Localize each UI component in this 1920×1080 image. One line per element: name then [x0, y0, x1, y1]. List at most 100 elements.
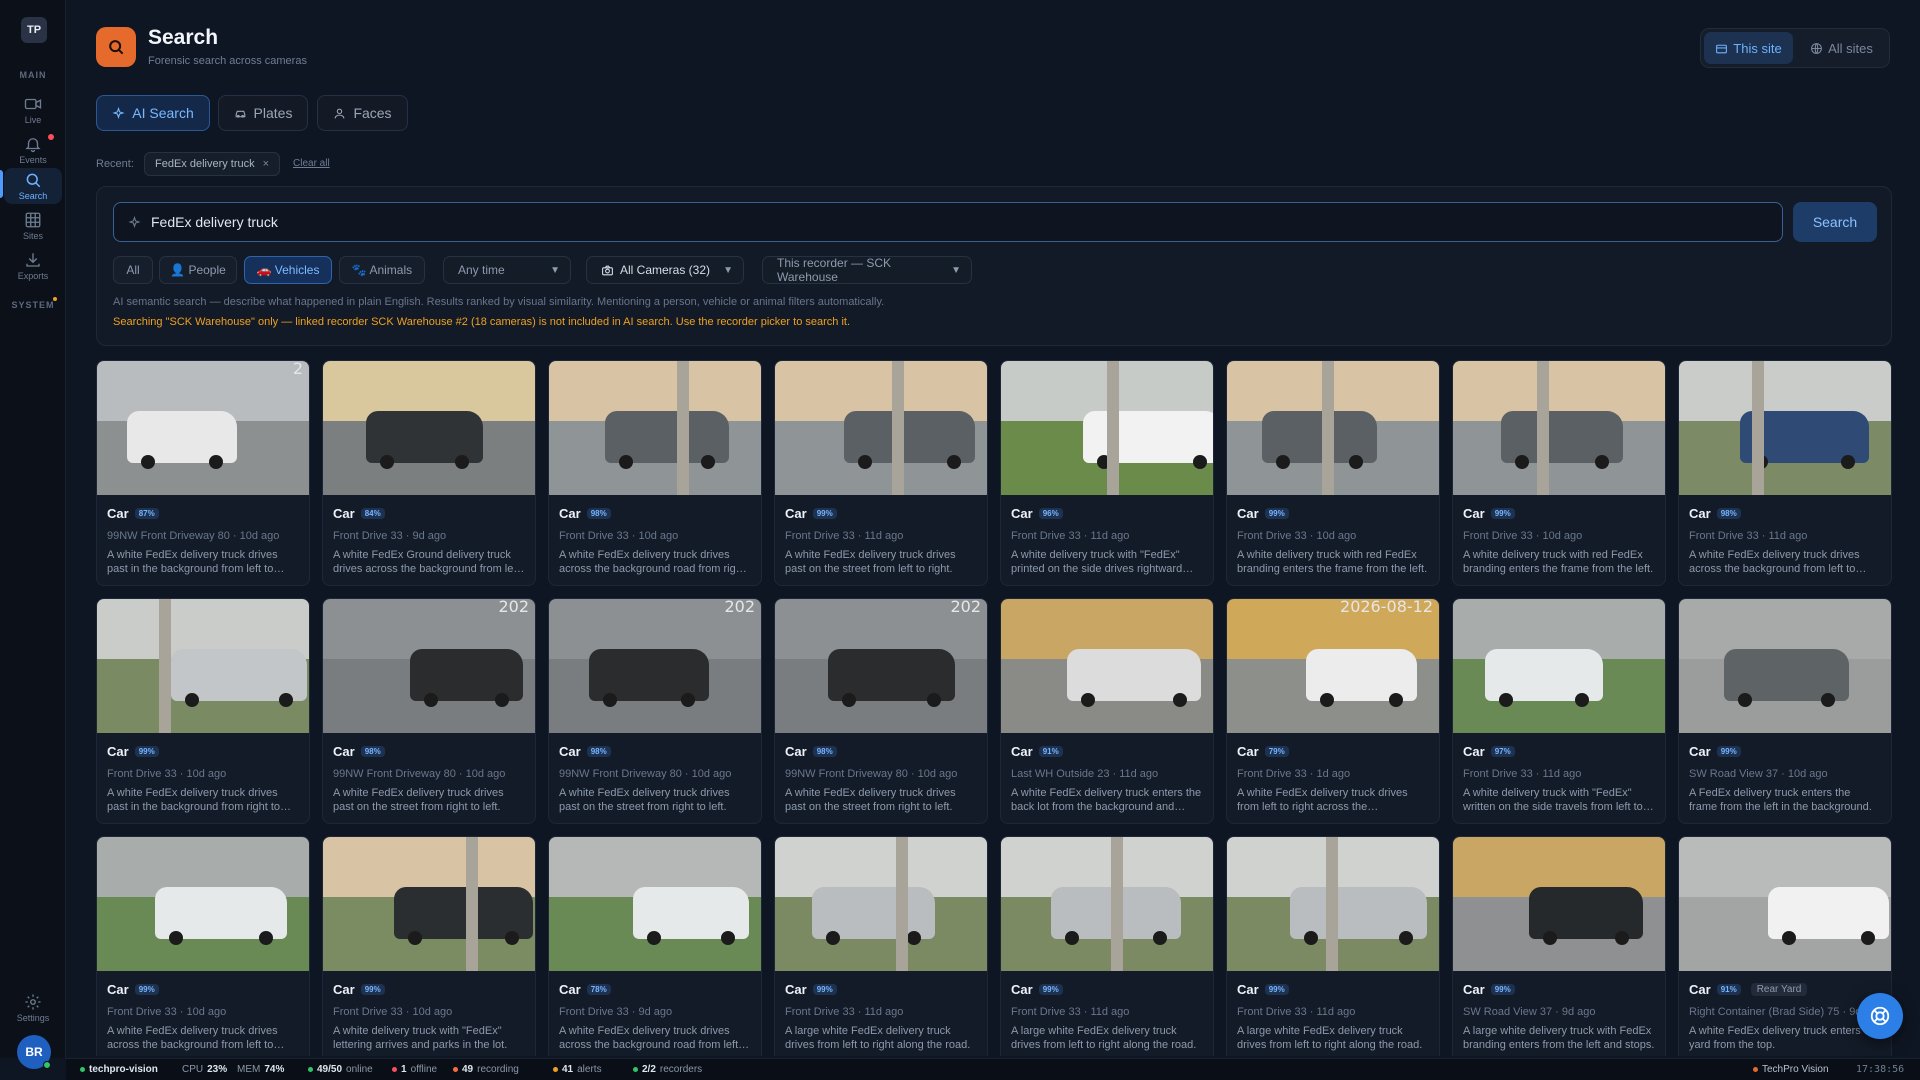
result-thumbnail[interactable]	[1679, 837, 1891, 971]
result-card[interactable]: Car 99% Front Drive 33 · 11d ago A large…	[1226, 836, 1440, 1056]
car-icon	[235, 110, 245, 118]
close-icon[interactable]: ×	[263, 158, 269, 170]
result-card[interactable]: Car 99% Front Drive 33 · 10d ago A white…	[96, 598, 310, 824]
result-thumbnail[interactable]: 202	[549, 599, 761, 733]
confidence-badge: 99%	[1490, 508, 1515, 519]
result-thumbnail[interactable]	[1001, 837, 1213, 971]
result-thumbnail[interactable]	[1679, 361, 1891, 495]
result-thumbnail[interactable]	[775, 837, 987, 971]
sidebar-item-exports[interactable]: Exports	[4, 248, 62, 284]
result-card[interactable]: 202 Car 98% 99NW Front Driveway 80 · 10d…	[774, 598, 988, 824]
result-card[interactable]: Car 99% Front Drive 33 · 11d ago A large…	[774, 836, 988, 1056]
result-thumbnail[interactable]	[1001, 599, 1213, 733]
result-card[interactable]: Car 99% Front Drive 33 · 10d ago A white…	[1226, 360, 1440, 586]
app-logo[interactable]: TP	[21, 17, 47, 43]
result-thumbnail[interactable]	[1453, 361, 1665, 495]
result-card-body: Car 99% Front Drive 33 · 10d ago A white…	[97, 733, 309, 814]
result-card[interactable]: Car 78% Front Drive 33 · 9d ago A white …	[548, 836, 762, 1056]
result-title: Car	[1011, 744, 1033, 759]
tab-faces[interactable]: Faces	[317, 95, 408, 131]
result-card[interactable]: Car 98% Front Drive 33 · 10d ago A white…	[548, 360, 762, 586]
result-card[interactable]: Car 98% Front Drive 33 · 11d ago A white…	[1678, 360, 1892, 586]
result-card[interactable]: Car 99% SW Road View 37 · 10d ago A FedE…	[1678, 598, 1892, 824]
result-meta: Front Drive 33 · 10d ago	[333, 1006, 453, 1018]
thumbnail-wheel	[209, 455, 223, 469]
result-thumbnail[interactable]	[1679, 599, 1891, 733]
scope-all-sites-button[interactable]: All sites	[1797, 32, 1886, 64]
result-thumbnail[interactable]: 2026-08-12	[1227, 599, 1439, 733]
result-card[interactable]: Car 99% Front Drive 33 · 10d ago A white…	[96, 836, 310, 1056]
filter-all[interactable]: All	[113, 256, 153, 284]
result-card[interactable]: Car 96% Front Drive 33 · 11d ago A white…	[1000, 360, 1214, 586]
result-thumbnail[interactable]	[323, 361, 535, 495]
search-button[interactable]: Search	[1793, 202, 1877, 242]
result-thumbnail[interactable]: 2	[97, 361, 309, 495]
search-input[interactable]: FedEx delivery truck	[113, 202, 1783, 242]
result-thumbnail[interactable]	[97, 837, 309, 971]
result-card[interactable]: 2026-08-12 Car 79% Front Drive 33 · 1d a…	[1226, 598, 1440, 824]
time-range-select[interactable]: Any time ▼	[443, 256, 571, 284]
thumbnail-timestamp: 202	[498, 599, 529, 616]
sparkle-icon	[128, 215, 141, 228]
status-online[interactable]: 49/50 online	[308, 1064, 373, 1075]
result-thumbnail[interactable]	[1453, 599, 1665, 733]
result-card[interactable]: Car 99% Front Drive 33 · 11d ago A white…	[774, 360, 988, 586]
sidebar-item-sites[interactable]: Sites	[4, 208, 62, 244]
tab-ai-search[interactable]: AI Search	[96, 95, 210, 131]
filter-animals[interactable]: 🐾 Animals	[339, 256, 425, 284]
result-thumbnail[interactable]	[549, 837, 761, 971]
filter-people[interactable]: 👤 People	[159, 256, 237, 284]
offline-label: offline	[410, 1064, 438, 1075]
sidebar-section-system[interactable]: SYSTEM	[0, 300, 66, 310]
confidence-badge: 79%	[1264, 746, 1289, 757]
camera-select[interactable]: All Cameras (32) ▼	[586, 256, 744, 284]
status-offline[interactable]: 1 offline	[392, 1064, 437, 1075]
result-card[interactable]: 2 Car 87% 99NW Front Driveway 80 · 10d a…	[96, 360, 310, 586]
result-card[interactable]: Car 99% SW Road View 37 · 9d ago A large…	[1452, 836, 1666, 1056]
result-card[interactable]: Car 97% Front Drive 33 · 11d ago A white…	[1452, 598, 1666, 824]
result-card-body: Car 97% Front Drive 33 · 11d ago A white…	[1453, 733, 1665, 814]
result-thumbnail[interactable]	[775, 361, 987, 495]
result-title-row: Car 91% Rear Yard	[1689, 982, 1881, 997]
recorder-select[interactable]: This recorder — SCK Warehouse ▼	[762, 256, 972, 284]
result-card[interactable]: Car 99% Front Drive 33 · 11d ago A large…	[1000, 836, 1214, 1056]
result-card-body: Car 99% Front Drive 33 · 11d ago A large…	[775, 971, 987, 1052]
thumbnail-timestamp: 202	[724, 599, 755, 616]
result-description: A large white FedEx delivery truck drive…	[1237, 1025, 1423, 1051]
sidebar-item-live[interactable]: Live	[4, 92, 62, 128]
thumbnail-wheel	[495, 693, 509, 707]
result-card[interactable]: Car 99% Front Drive 33 · 10d ago A white…	[322, 836, 536, 1056]
result-thumbnail[interactable]: 202	[323, 599, 535, 733]
result-card[interactable]: Car 99% Front Drive 33 · 10d ago A white…	[1452, 360, 1666, 586]
status-alerts[interactable]: 41 alerts	[553, 1064, 602, 1075]
result-thumbnail[interactable]	[1001, 361, 1213, 495]
result-thumbnail[interactable]	[1227, 361, 1439, 495]
result-thumbnail[interactable]: 202	[775, 599, 987, 733]
status-recording[interactable]: 49 recording	[453, 1064, 519, 1075]
sidebar-item-search[interactable]: Search	[4, 168, 62, 204]
result-title: Car	[785, 744, 807, 759]
result-thumbnail[interactable]	[1453, 837, 1665, 971]
result-thumbnail[interactable]	[1227, 837, 1439, 971]
sidebar-item-settings[interactable]: Settings	[4, 990, 62, 1026]
camera-icon	[602, 265, 613, 275]
status-recorders[interactable]: 2/2 recorders	[633, 1064, 702, 1075]
tab-plates[interactable]: Plates	[218, 95, 308, 131]
result-card[interactable]: 202 Car 98% 99NW Front Driveway 80 · 10d…	[322, 598, 536, 824]
result-description: A white FedEx delivery truck drives acro…	[559, 549, 745, 575]
filter-vehicles[interactable]: 🚗 Vehicles	[244, 256, 332, 284]
result-thumbnail[interactable]	[549, 361, 761, 495]
result-description: A white delivery truck with "FedEx" lett…	[333, 1025, 508, 1051]
recorders-label: recorders	[659, 1064, 703, 1075]
result-thumbnail[interactable]	[323, 837, 535, 971]
assistant-button[interactable]	[1857, 993, 1903, 1039]
search-panel: FedEx delivery truck Search All 👤 People…	[96, 186, 1892, 346]
clear-all-link[interactable]: Clear all	[293, 158, 330, 169]
scope-this-site-button[interactable]: This site	[1704, 32, 1793, 64]
result-card[interactable]: Car 91% Last WH Outside 23 · 11d ago A w…	[1000, 598, 1214, 824]
result-card[interactable]: 202 Car 98% 99NW Front Driveway 80 · 10d…	[548, 598, 762, 824]
result-card[interactable]: Car 84% Front Drive 33 · 9d ago A white …	[322, 360, 536, 586]
recorder-select-value: This recorder — SCK Warehouse	[777, 256, 892, 284]
result-thumbnail[interactable]	[97, 599, 309, 733]
recent-search-chip[interactable]: FedEx delivery truck ×	[144, 152, 281, 176]
